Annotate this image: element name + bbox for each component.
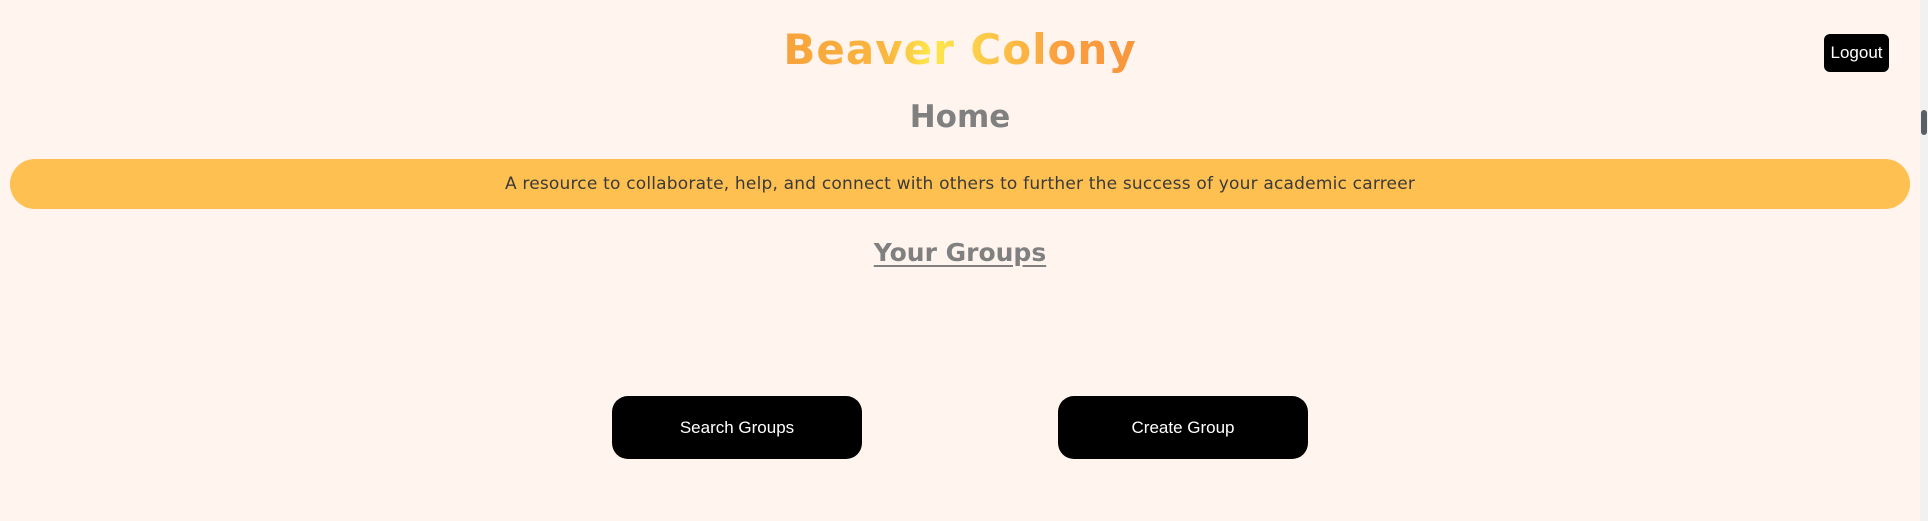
home-page: Beaver Colony Logout Home A resource to … bbox=[0, 0, 1928, 521]
your-groups-heading: Your Groups bbox=[873, 238, 1047, 267]
app-title: Beaver Colony bbox=[783, 22, 1136, 78]
tagline-text: A resource to collaborate, help, and con… bbox=[504, 174, 1416, 194]
app-title-container: Beaver Colony bbox=[0, 22, 1920, 78]
search-groups-button[interactable]: Search Groups bbox=[612, 396, 862, 459]
page-title: Home bbox=[909, 99, 1011, 135]
create-group-button[interactable]: Create Group bbox=[1058, 396, 1308, 459]
tagline-banner: A resource to collaborate, help, and con… bbox=[10, 159, 1910, 209]
scrollbar-thumb[interactable] bbox=[1921, 110, 1927, 135]
scrollbar[interactable] bbox=[1920, 0, 1928, 521]
logout-button[interactable]: Logout bbox=[1824, 34, 1889, 72]
